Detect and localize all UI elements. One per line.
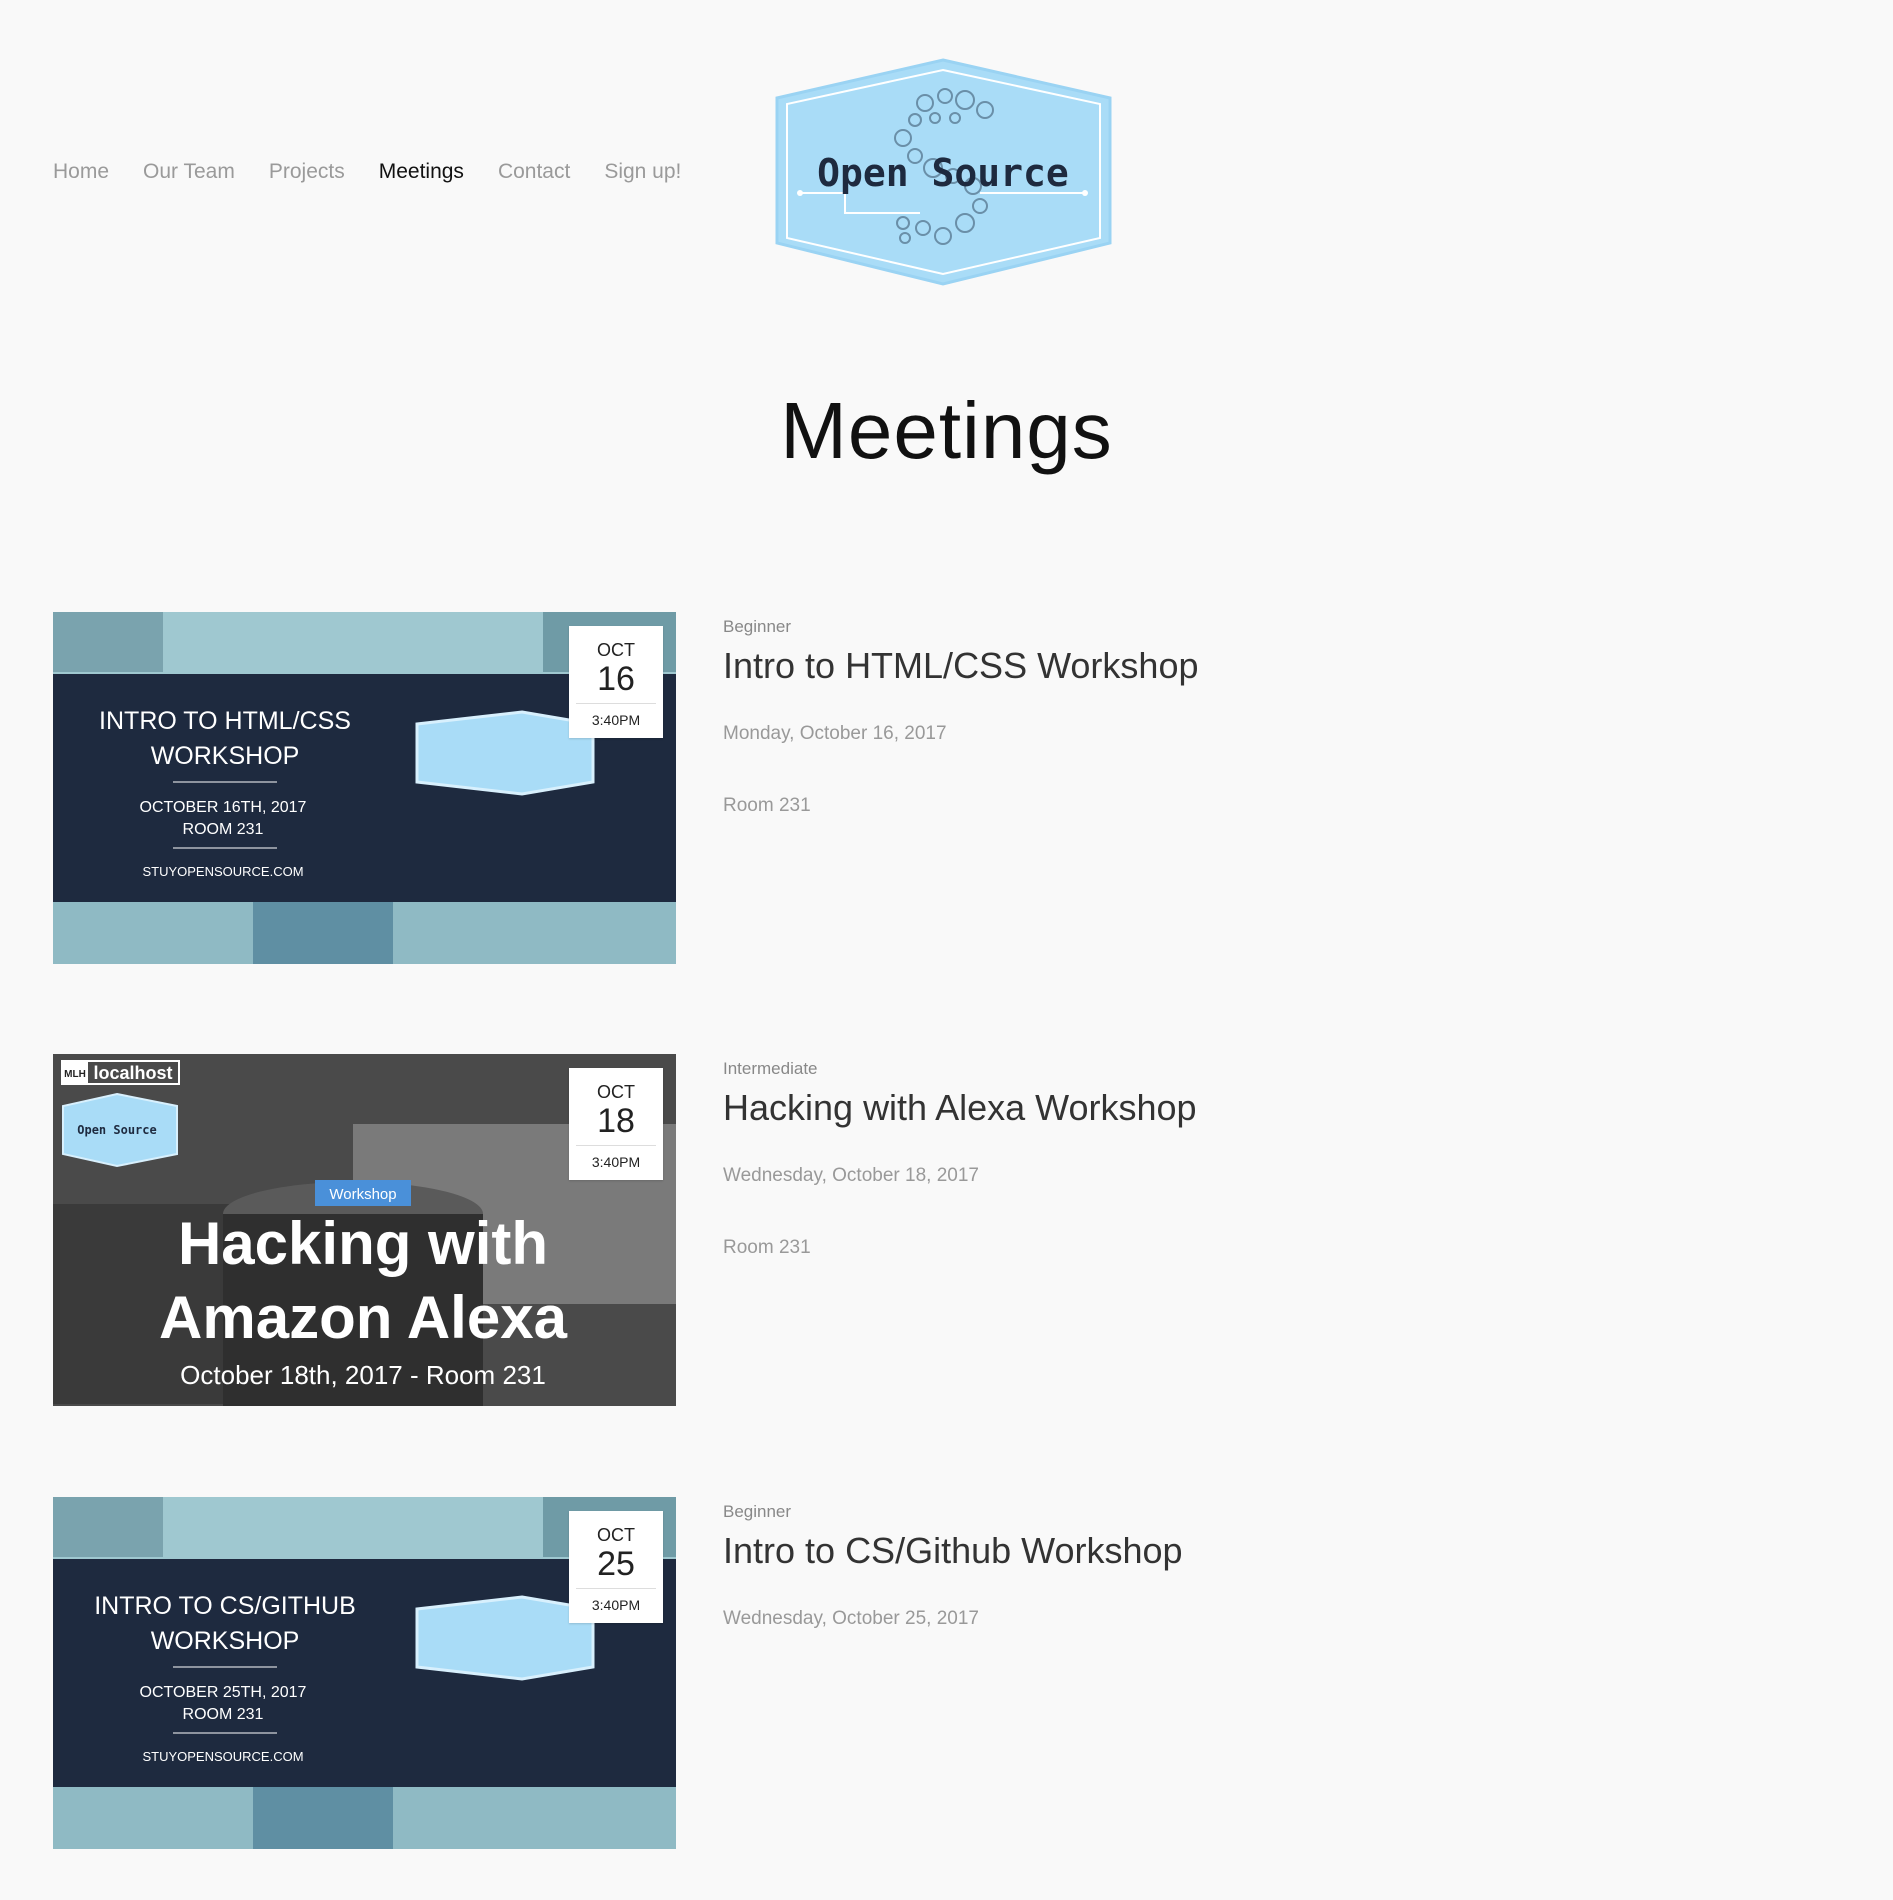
meeting-date: Wednesday, October 18, 2017 [723,1165,979,1186]
thumb-date: OCTOBER 16TH, 2017 [140,799,307,816]
meeting-room: Room 231 [723,1237,811,1258]
thumb-line2: WORKSHOP [151,1627,300,1655]
localhost-label: localhost [93,1063,172,1083]
page-title: Meetings [780,386,1113,475]
meeting-thumbnail[interactable]: INTRO TO HTML/CSS WORKSHOP OCTOBER 16TH,… [53,612,676,964]
meeting-title[interactable]: Intro to CS/Github Workshop [723,1530,1723,1572]
main-nav: Home Our Team Projects Meetings Contact … [53,160,681,184]
thumb-line2: WORKSHOP [151,742,300,770]
meeting-date: Monday, October 16, 2017 [723,723,947,744]
thumb-site: STUYOPENSOURCE.COM [142,1749,303,1764]
workshop-tag: Workshop [329,1186,396,1203]
nav-meetings[interactable]: Meetings [379,160,464,184]
nav-projects[interactable]: Projects [269,160,345,184]
thumb-line1: INTRO TO CS/GITHUB [94,1592,356,1620]
nav-contact[interactable]: Contact [498,160,570,184]
meeting-date: Wednesday, October 25, 2017 [723,1608,979,1629]
nav-sign-up[interactable]: Sign up! [604,160,681,184]
meeting-title[interactable]: Intro to HTML/CSS Workshop [723,645,1723,687]
meeting-room: Room 231 [723,795,811,816]
date-badge: OCT 16 3:40PM [569,626,663,738]
thumb-line1: INTRO TO HTML/CSS [99,707,351,735]
thumb-date: OCTOBER 25TH, 2017 [140,1684,307,1701]
meeting-entry: INTRO TO HTML/CSS WORKSHOP OCTOBER 16TH,… [53,612,1833,964]
badge-day: 25 [597,1545,635,1583]
meeting-info: Intermediate Hacking with Alexa Workshop… [723,1054,1723,1259]
meeting-entry: MLH localhost Open Source Workshop Hacki… [53,1054,1833,1406]
meeting-entry: INTRO TO CS/GITHUB WORKSHOP OCTOBER 25TH… [53,1497,1833,1849]
thumb-site: STUYOPENSOURCE.COM [142,864,303,879]
thumb-logo-text: Open Source [77,1123,156,1137]
meeting-thumbnail[interactable]: MLH localhost Open Source Workshop Hacki… [53,1054,676,1406]
badge-day: 18 [597,1102,635,1140]
meeting-title[interactable]: Hacking with Alexa Workshop [723,1087,1723,1129]
meeting-thumbnail[interactable]: INTRO TO CS/GITHUB WORKSHOP OCTOBER 25TH… [53,1497,676,1849]
logo-text: Open Source [817,151,1069,195]
thumb-line1: Hacking with [178,1210,548,1277]
nav-home[interactable]: Home [53,160,109,184]
badge-month: OCT [597,640,635,660]
date-badge: OCT 18 3:40PM [569,1068,663,1180]
nav-our-team[interactable]: Our Team [143,160,235,184]
meeting-level: Beginner [723,617,792,636]
date-badge: OCT 25 3:40PM [569,1511,663,1623]
thumb-room: ROOM 231 [183,1706,264,1723]
meeting-info: Beginner Intro to HTML/CSS Workshop Mond… [723,612,1723,817]
badge-day: 16 [597,660,635,698]
thumb-footer: October 18th, 2017 - Room 231 [180,1360,546,1390]
badge-month: OCT [597,1082,635,1102]
meeting-level: Beginner [723,1502,792,1521]
meeting-level: Intermediate [723,1059,818,1078]
thumb-room: ROOM 231 [183,821,264,838]
open-source-logo[interactable]: Open Source [775,58,1112,286]
badge-time: 3:40PM [591,1154,641,1170]
badge-month: OCT [597,1525,635,1545]
thumb-line2: Amazon Alexa [159,1284,568,1351]
mlh-label: MLH [64,1069,86,1080]
meeting-info: Beginner Intro to CS/Github Workshop Wed… [723,1497,1723,1630]
badge-time: 3:40PM [591,1597,641,1613]
badge-time: 3:40PM [591,712,641,728]
